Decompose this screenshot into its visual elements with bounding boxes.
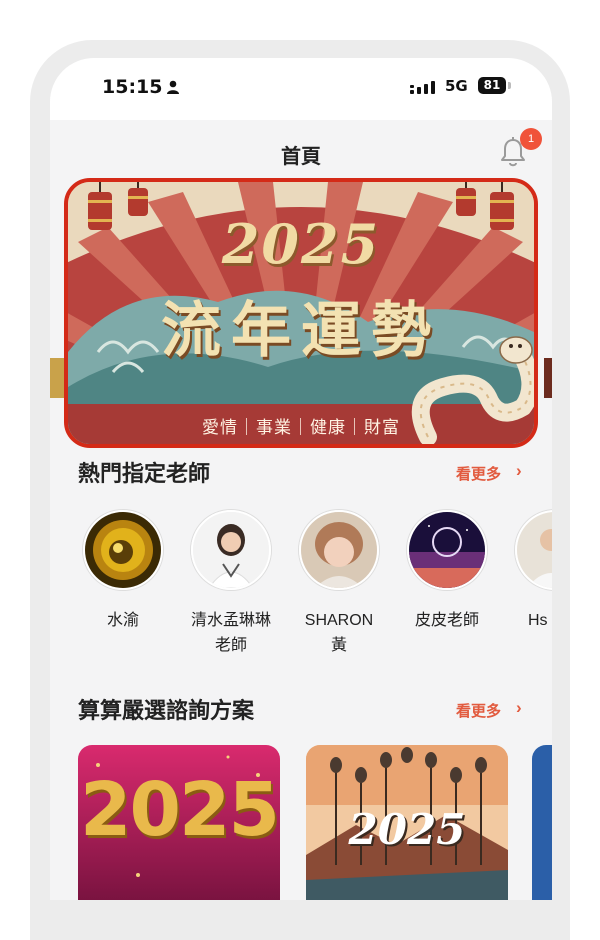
teachers-more-link[interactable]: 看更多 <box>456 463 501 484</box>
avatar <box>83 510 163 590</box>
page-title: 首頁 <box>281 146 321 168</box>
teacher-card[interactable]: Hs <box>510 510 552 633</box>
teacher-card[interactable]: 皮皮老師 <box>402 510 492 633</box>
signal-icon <box>410 81 435 94</box>
avatar <box>515 510 552 590</box>
teacher-card[interactable]: SHARON 黃 <box>294 510 384 658</box>
teacher-card[interactable]: 清水孟琳琳 老師 <box>186 510 276 658</box>
app-header: 首頁 1 <box>50 120 552 182</box>
banner-tags: 愛情｜事業｜健康｜財富 <box>202 418 400 437</box>
avatar <box>191 510 271 590</box>
person-icon <box>167 80 179 94</box>
banner-year: 2025 <box>221 212 381 276</box>
app-screen: 15:15 5G 81 首頁 1 2025 流年運勢 愛情｜事業｜健康｜財富 熱… <box>50 58 552 900</box>
plan-card-label: 2025 <box>348 805 466 854</box>
teacher-name: SHARON 黃 <box>304 612 374 654</box>
chevron-right-icon[interactable]: › <box>516 698 522 718</box>
banner-title: 流年運勢 <box>161 296 441 366</box>
status-time: 15:15 <box>102 76 163 98</box>
chevron-right-icon[interactable]: › <box>516 461 522 481</box>
plans-section-title: 算算嚴選諮詢方案 <box>78 698 255 723</box>
teachers-section-title: 熱門指定老師 <box>78 461 211 486</box>
avatar <box>299 510 379 590</box>
battery-tip <box>508 82 511 89</box>
teacher-name: 清水孟琳琳 老師 <box>190 612 271 654</box>
battery-level: 81 <box>478 77 506 94</box>
avatar <box>407 510 487 590</box>
plan-card[interactable]: 2025 <box>306 745 508 900</box>
teacher-name: 皮皮老師 <box>414 612 479 629</box>
teacher-name: Hs <box>528 612 548 629</box>
plan-card-peek[interactable] <box>532 745 552 900</box>
status-bar: 15:15 5G 81 <box>50 58 552 120</box>
promo-banner[interactable]: 2025 流年運勢 愛情｜事業｜健康｜財富 <box>64 178 538 448</box>
notification-badge: 1 <box>520 128 542 150</box>
banner-next-peek[interactable] <box>544 358 552 398</box>
plans-more-link[interactable]: 看更多 <box>456 700 501 721</box>
network-type: 5G <box>445 77 468 95</box>
teacher-name: 水渝 <box>106 612 139 629</box>
teacher-card[interactable]: 水渝 <box>78 510 168 633</box>
plan-card-label: 2025 <box>80 767 280 853</box>
plan-card[interactable]: 2025 <box>78 745 280 900</box>
